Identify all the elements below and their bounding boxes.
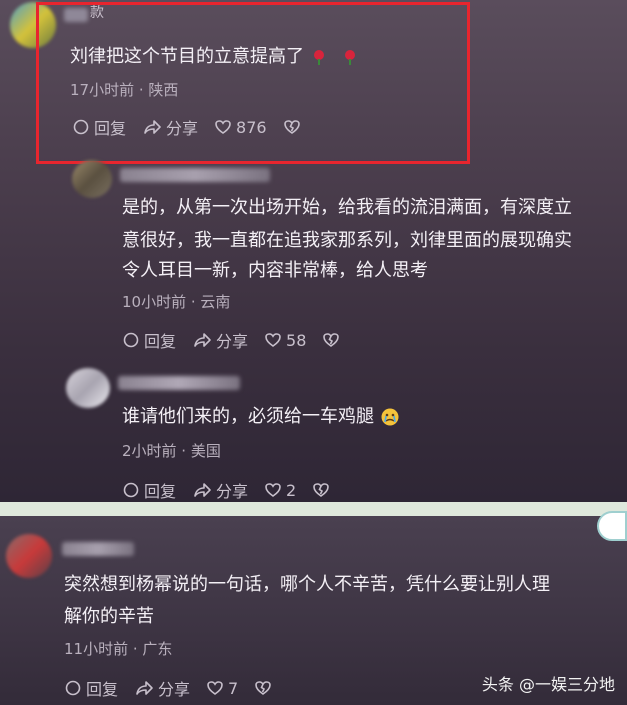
broken-heart-icon (255, 681, 272, 695)
username-blurred[interactable] (118, 376, 240, 390)
heart-icon (207, 681, 223, 695)
heart-icon (265, 483, 281, 497)
username-blurred[interactable] (120, 168, 270, 182)
crying-face-icon (381, 408, 399, 426)
reply-icon (123, 332, 139, 348)
avatar[interactable] (72, 160, 112, 198)
comment-text: 突然想到杨幂说的一句话，哪个人不辛苦，凭什么要让别人理 (64, 574, 550, 595)
like-button[interactable]: 7 (206, 679, 238, 698)
watermark: 头条 @一娱三分地 (481, 675, 615, 694)
floating-button[interactable] (597, 511, 627, 541)
dislike-button[interactable] (254, 679, 276, 697)
share-button[interactable]: 分享 (192, 328, 248, 352)
reply-button[interactable]: 回复 (122, 328, 176, 352)
reply-label: 回复 (144, 332, 177, 351)
comment-actions: 回复 分享 7 (64, 676, 292, 700)
highlight-box (36, 2, 470, 164)
like-count: 2 (286, 480, 297, 500)
share-button[interactable]: 分享 (134, 676, 190, 700)
avatar[interactable] (66, 368, 110, 408)
comment-text: 意很好，我一直都在追我家那系列，刘律里面的展现确实 (122, 230, 572, 251)
reply-label: 回复 (86, 680, 119, 699)
share-label: 分享 (216, 332, 249, 351)
comment-time-location: 11小时前 · 广东 (64, 640, 173, 658)
avatar[interactable] (6, 534, 52, 578)
reply-label: 回复 (144, 482, 177, 501)
share-icon (136, 681, 153, 695)
reply-button[interactable]: 回复 (122, 478, 176, 502)
share-label: 分享 (216, 482, 249, 501)
dislike-button[interactable] (312, 481, 334, 499)
share-button[interactable]: 分享 (192, 478, 248, 502)
like-button[interactable]: 2 (264, 481, 296, 500)
comment-text: 是的，从第一次出场开始，给我看的流泪满面，有深度立 (122, 197, 572, 218)
comment-time-location: 10小时前 · 云南 (122, 293, 231, 311)
share-icon (194, 483, 211, 497)
broken-heart-icon (323, 333, 340, 347)
like-count: 7 (228, 678, 239, 698)
like-count: 58 (286, 330, 307, 350)
reply-icon (123, 482, 139, 498)
reply-icon (65, 680, 81, 696)
reply-button[interactable]: 回复 (64, 676, 118, 700)
comment-time-location: 2小时前 · 美国 (122, 442, 221, 460)
comment-text-content: 谁请他们来的，必须给一车鸡腿 (122, 406, 374, 427)
comment-text: 解你的辛苦 (64, 606, 154, 627)
username-blurred[interactable] (62, 542, 134, 556)
like-button[interactable]: 58 (264, 331, 306, 350)
comment-text: 谁请他们来的，必须给一车鸡腿 (122, 402, 400, 432)
share-icon (194, 333, 211, 347)
dislike-button[interactable] (322, 331, 344, 349)
broken-heart-icon (313, 483, 330, 497)
comment-text: 令人耳目一新，内容非常棒，给人思考 (122, 260, 428, 281)
share-label: 分享 (158, 680, 191, 699)
heart-icon (265, 333, 281, 347)
comment-actions: 回复 分享 58 (122, 328, 360, 352)
screenshot-divider (0, 502, 627, 516)
comment-actions: 回复 分享 2 (122, 478, 350, 502)
